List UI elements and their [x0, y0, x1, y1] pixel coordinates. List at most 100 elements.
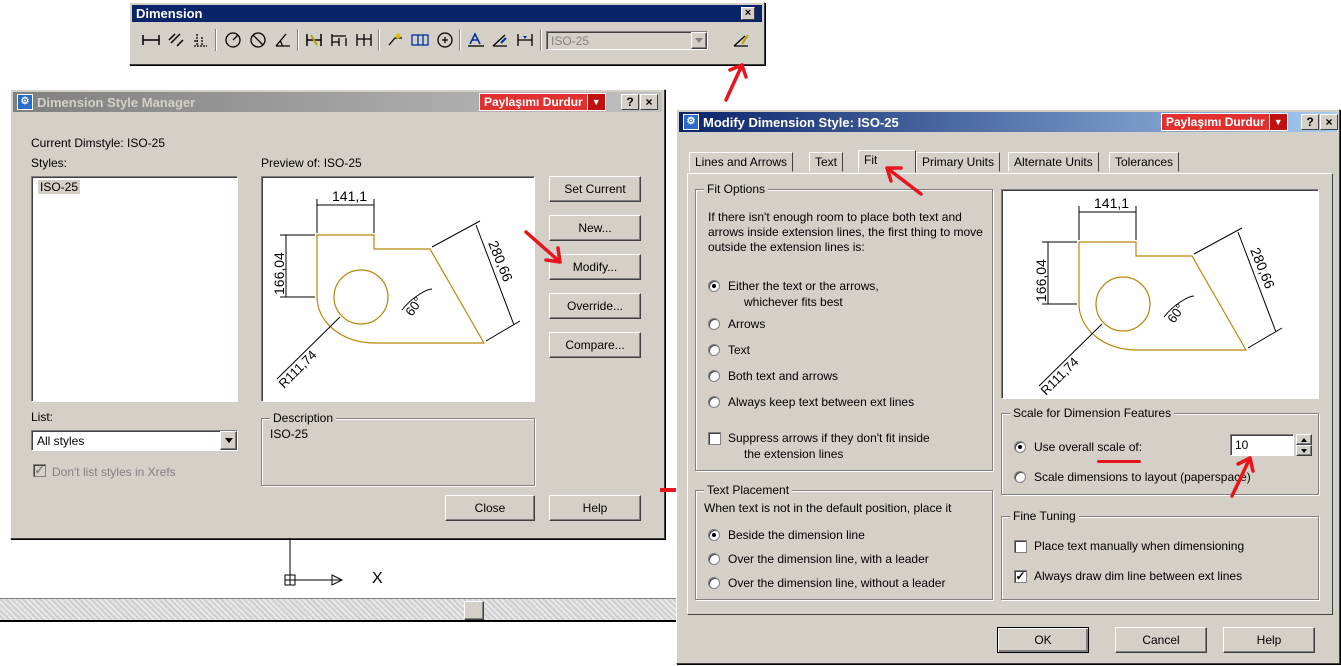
- label-with-leader: Over the dimension line, with a leader: [728, 552, 929, 566]
- radio-over-without-leader[interactable]: [708, 577, 720, 589]
- tab-tolerances[interactable]: Tolerances: [1109, 152, 1180, 172]
- cancel-label: Cancel: [1142, 633, 1180, 647]
- diameter-dim-icon[interactable]: [247, 29, 269, 51]
- aligned-dim-icon[interactable]: [165, 29, 187, 51]
- dsm-close-button[interactable]: Close: [445, 495, 535, 521]
- dsm-preview-pane: 141,1 166,04 280,66 60° R111,74: [261, 176, 535, 402]
- label-beside: Beside the dimension line: [728, 528, 865, 542]
- set-current-label: Set Current: [564, 182, 626, 196]
- app-icon: ⚙: [683, 114, 699, 130]
- tab-primary-units[interactable]: Primary Units: [916, 152, 1001, 172]
- tab-text[interactable]: Text: [809, 152, 844, 172]
- help-icon: ?: [1306, 115, 1314, 129]
- mds-help-button[interactable]: Help: [1223, 627, 1315, 653]
- mds-title: Modify Dimension Style: ISO-25: [703, 114, 899, 130]
- tolerance-icon[interactable]: [409, 29, 431, 51]
- ucs-x-label: X: [372, 570, 383, 587]
- label-scale-to-layout: Scale dimensions to layout (paperspace): [1034, 470, 1251, 484]
- center-mark-icon[interactable]: [434, 29, 456, 51]
- annotation-arrow-fit: [885, 166, 923, 196]
- linear-dim-icon[interactable]: [140, 29, 162, 51]
- toolbar-title: Dimension: [136, 6, 203, 21]
- radio-use-overall-scale[interactable]: [1014, 441, 1026, 453]
- dim-update-icon[interactable]: [514, 29, 536, 51]
- continue-dim-icon[interactable]: [353, 29, 375, 51]
- radio-scale-to-layout[interactable]: [1014, 471, 1026, 483]
- radio-arrows[interactable]: [708, 318, 720, 330]
- label-without-leader: Over the dimension line, without a leade…: [728, 576, 946, 590]
- suppress-arrows-checkbox[interactable]: [708, 432, 721, 445]
- label-place-manually: Place text manually when dimensioning: [1034, 539, 1245, 553]
- text-placement-label: Text Placement: [704, 483, 793, 497]
- tab-alternate-units[interactable]: Alternate Units: [1008, 152, 1099, 172]
- list-label: List:: [31, 410, 54, 424]
- cancel-button[interactable]: Cancel: [1115, 627, 1207, 653]
- chevron-down-icon: [224, 438, 233, 443]
- tab-lines-and-arrows[interactable]: Lines and Arrows: [689, 152, 794, 172]
- text-placement-group: Text Placement When text is not in the d…: [695, 483, 993, 600]
- check-icon: ✓: [34, 463, 45, 477]
- set-current-button[interactable]: Set Current: [549, 176, 641, 202]
- ucs-icon: [284, 538, 344, 586]
- app-icon: ⚙: [17, 94, 33, 110]
- xrefs-checkbox[interactable]: ✓: [33, 464, 46, 477]
- styles-label: Styles:: [31, 156, 68, 170]
- radius-dim-icon[interactable]: [222, 29, 244, 51]
- radio-text[interactable]: [708, 344, 720, 356]
- preview-dim-top: 141,1: [332, 188, 367, 204]
- dim-style-combo[interactable]: ISO-25: [546, 31, 708, 50]
- dim-style-icon[interactable]: [730, 29, 752, 51]
- red-marker: [660, 488, 676, 492]
- dsm-help-button[interactable]: Help: [549, 495, 641, 521]
- radio-either-text-or-arrows[interactable]: [708, 280, 720, 292]
- horizontal-scrollbar[interactable]: [0, 598, 680, 622]
- override-button[interactable]: Override...: [549, 293, 641, 319]
- label-always: Always keep text between ext lines: [728, 395, 915, 409]
- help-label: Help: [582, 501, 608, 515]
- label-suppress-1: Suppress arrows if they don't fit inside: [728, 431, 930, 445]
- dim-style-combo-button[interactable]: [691, 32, 707, 49]
- label-use-overall: Use overall scale of:: [1034, 440, 1143, 454]
- ordinate-dim-icon[interactable]: [189, 29, 211, 51]
- toolbar-separator: [459, 29, 461, 51]
- radio-always-keep-text[interactable]: [708, 396, 720, 408]
- toolbar-titlebar[interactable]: Dimension: [132, 5, 762, 22]
- dsm-close-caption-button[interactable]: ×: [640, 94, 658, 110]
- scale-spin-down[interactable]: [1296, 445, 1312, 456]
- radio-both-text-and-arrows[interactable]: [708, 370, 720, 382]
- ok-button[interactable]: OK: [997, 627, 1089, 653]
- list-select-button[interactable]: [220, 431, 237, 450]
- dimedit-icon[interactable]: [465, 29, 487, 51]
- radio-over-with-leader[interactable]: [708, 553, 720, 565]
- tab-strip: Lines and Arrows Text Fit Primary Units …: [689, 150, 1329, 174]
- leader-icon[interactable]: [384, 29, 406, 51]
- quick-dim-icon[interactable]: [303, 29, 325, 51]
- dsm-share-stop-button[interactable]: Paylaşımı Durdur ▼: [479, 93, 606, 111]
- radio-beside-dim-line[interactable]: [708, 529, 720, 541]
- mds-share-stop-button[interactable]: Paylaşımı Durdur ▼: [1161, 113, 1288, 131]
- mds-close-caption-button[interactable]: ×: [1320, 114, 1338, 130]
- scrollbar-thumb[interactable]: [464, 601, 484, 620]
- compare-button[interactable]: Compare...: [549, 332, 641, 358]
- dimension-preview-drawing: 141,1 166,04 280,66 60° R111,74: [271, 188, 521, 391]
- label-text: Text: [728, 343, 751, 357]
- mds-share-label: Paylaşımı Durdur: [1166, 115, 1265, 129]
- preview-radius: R111,74: [1038, 354, 1082, 398]
- scale-spin-up[interactable]: [1296, 434, 1312, 445]
- styles-listbox[interactable]: ISO-25: [31, 176, 238, 402]
- always-draw-dim-line-checkbox[interactable]: ✓: [1014, 570, 1027, 583]
- list-select[interactable]: All styles: [31, 430, 238, 451]
- preview-dim-left: 166,04: [271, 252, 287, 295]
- styles-list-item[interactable]: ISO-25: [38, 180, 81, 194]
- description-value: ISO-25: [270, 427, 309, 441]
- fit-options-group: Fit Options If there isn't enough room t…: [695, 182, 993, 471]
- dimtedit-icon[interactable]: [489, 29, 511, 51]
- angular-dim-icon[interactable]: [272, 29, 294, 51]
- baseline-dim-icon[interactable]: [328, 29, 350, 51]
- toolbar-close-button[interactable]: ×: [741, 7, 755, 20]
- dsm-help-caption-button[interactable]: ?: [621, 94, 639, 110]
- preview-label: Preview of: ISO-25: [261, 156, 362, 170]
- label-both: Both text and arrows: [728, 369, 839, 383]
- mds-help-caption-button[interactable]: ?: [1301, 114, 1319, 130]
- place-text-manually-checkbox[interactable]: [1014, 540, 1027, 553]
